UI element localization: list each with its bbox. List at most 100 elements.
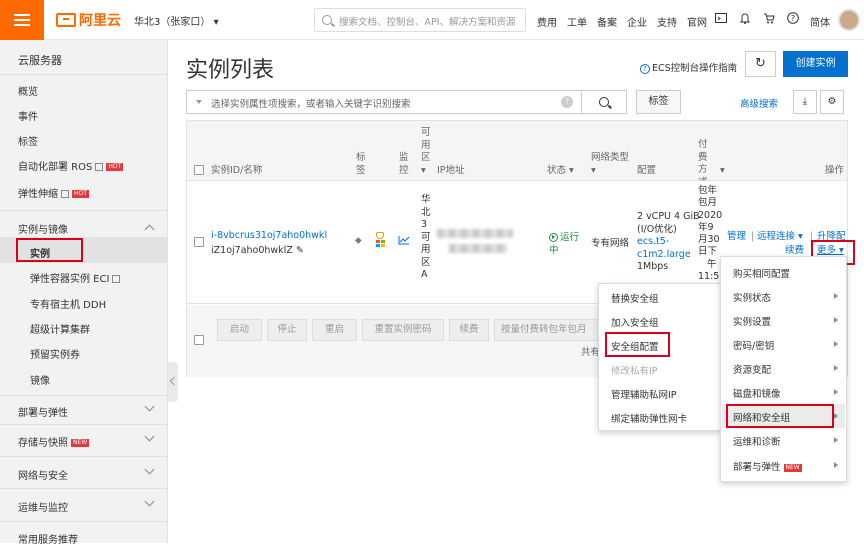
zone-char: 用: [421, 244, 431, 255]
sidebar-item-autoscaling[interactable]: 弹性伸缩 HOT: [18, 185, 89, 200]
menu-item-manage-secondary-ip[interactable]: 管理辅助私网IP: [611, 387, 677, 401]
aliyun-logo[interactable]: 阿里云: [56, 10, 121, 30]
stop-button[interactable]: 停止: [267, 319, 307, 341]
menu-item-disk-image[interactable]: 磁盘和镜像: [733, 386, 781, 400]
refresh-button[interactable]: ↻: [745, 51, 776, 77]
avatar[interactable]: [838, 9, 860, 31]
manage-link[interactable]: 管理: [727, 231, 746, 244]
col-monitor: 监控: [399, 152, 409, 177]
sidebar-item-images[interactable]: 镜像: [30, 372, 50, 387]
menu-item-buy-same[interactable]: 购买相同配置: [733, 266, 790, 280]
sidebar-collapse-handle[interactable]: [168, 362, 178, 402]
help-icon[interactable]: ?: [561, 96, 573, 108]
col-ops: 操作: [825, 165, 845, 176]
menu-item-resize[interactable]: 资源变配: [733, 362, 771, 376]
col-zone-char: 区: [421, 152, 431, 163]
menu-item-join-sg[interactable]: 加入安全组: [611, 315, 659, 329]
terminal-icon[interactable]: [715, 12, 727, 24]
play-circle-icon: [549, 233, 558, 242]
menu-item-ops-diagnosis[interactable]: 运维和诊断: [733, 434, 781, 448]
sidebar-item-events[interactable]: 事件: [18, 108, 38, 123]
sidebar-item-ros[interactable]: 自动化部署 ROS HOT: [18, 158, 124, 173]
sidebar-item-scc[interactable]: 超级计算集群: [30, 321, 90, 336]
global-search-input[interactable]: 搜索文档、控制台、API、解决方案和资源: [314, 8, 526, 32]
instance-type-link[interactable]: ecs.t5-: [637, 236, 700, 249]
sidebar-group-network[interactable]: 网络与安全: [18, 467, 68, 482]
shield-icon: [376, 232, 384, 239]
status-badge: 运行中: [549, 232, 579, 257]
reset-password-button[interactable]: 重置实例密码: [362, 319, 444, 341]
sidebar-item-eci[interactable]: 弹性容器实例 ECI: [30, 270, 121, 285]
chevron-down-icon[interactable]: [144, 464, 155, 475]
monitor-chart-icon[interactable]: [398, 235, 410, 245]
chevron-down-icon[interactable]: [144, 496, 155, 507]
menu-icon[interactable]: [0, 0, 44, 40]
caret-down-icon[interactable]: ▾: [720, 165, 725, 178]
nav-icp[interactable]: 备案: [597, 14, 617, 29]
chevron-down-icon[interactable]: [144, 431, 155, 442]
instance-id-link[interactable]: i-8vbcrus31oj7aho0hwkl: [211, 230, 327, 243]
chevron-down-icon[interactable]: [144, 401, 155, 412]
sidebar-group-recommended[interactable]: 常用服务推荐: [18, 531, 78, 546]
bell-icon[interactable]: [739, 12, 751, 24]
search-button[interactable]: [581, 90, 627, 114]
sidebar-item-overview[interactable]: 概览: [18, 83, 38, 98]
sidebar-item-label: 弹性容器实例 ECI: [30, 274, 110, 285]
nav-official-site[interactable]: 官网: [687, 14, 707, 29]
tag-button[interactable]: 标签: [636, 90, 681, 114]
col-status[interactable]: 状态 ▾: [547, 165, 574, 178]
start-button[interactable]: 启动: [217, 319, 262, 341]
sidebar-group-instances[interactable]: 实例与镜像: [18, 221, 68, 236]
tag-icon[interactable]: ⬥: [355, 235, 362, 248]
edit-pencil-icon[interactable]: ✎: [296, 245, 304, 256]
nav-fees[interactable]: 费用: [537, 14, 557, 29]
convert-billing-button[interactable]: 按量付费转包年包月: [494, 319, 604, 341]
console-guide-link[interactable]: ? ECS控制台操作指南: [640, 60, 737, 74]
col-zone[interactable]: 可用区 ▾: [421, 127, 433, 177]
col-network[interactable]: 网络类型 ▾: [591, 152, 631, 177]
nav-enterprise[interactable]: 企业: [627, 14, 647, 29]
sidebar-group-deploy[interactable]: 部署与弹性: [18, 404, 68, 419]
menu-item-deploy-elastic[interactable]: 部署与弹性 NEW: [733, 459, 802, 473]
create-instance-button[interactable]: 创建实例: [783, 51, 848, 77]
menu-item-replace-sg[interactable]: 替换安全组: [611, 291, 659, 305]
sidebar-title: 云服务器: [18, 54, 62, 67]
external-link-icon: [61, 190, 69, 198]
menu-item-instance-status[interactable]: 实例状态: [733, 290, 771, 304]
export-button[interactable]: ⤓: [793, 90, 817, 114]
config-value: 2 vCPU 4 GiB (I/O优化) ecs.t5- c1m2.large …: [637, 211, 700, 274]
advanced-search-link[interactable]: 高级搜索: [740, 96, 778, 110]
row-checkbox[interactable]: [194, 237, 204, 247]
menu-item-password-key[interactable]: 密码/密钥: [733, 338, 774, 352]
select-all-checkbox[interactable]: [194, 165, 204, 175]
batch-select-checkbox[interactable]: [194, 335, 204, 345]
top-nav: 费用 工单 备案 企业 支持 官网: [537, 14, 717, 29]
filter-placeholder: 选择实例属性项搜索，或者输入关键字识别搜索: [211, 99, 411, 110]
help-icon[interactable]: ?: [787, 12, 799, 24]
instance-filter-input[interactable]: 选择实例属性项搜索，或者输入关键字识别搜索?: [186, 90, 582, 114]
sidebar-item-ddh[interactable]: 专有宿主机 DDH: [30, 296, 106, 311]
menu-item-bind-eni[interactable]: 绑定辅助弹性网卡: [611, 411, 687, 425]
chevron-right-icon: [834, 365, 838, 371]
sidebar-group-storage[interactable]: 存储与快照 NEW: [18, 434, 90, 449]
sidebar-item-tags[interactable]: 标签: [18, 133, 38, 148]
instance-type-link[interactable]: c1m2.large: [637, 249, 700, 262]
nav-tickets[interactable]: 工单: [567, 14, 587, 29]
nav-support[interactable]: 支持: [657, 14, 677, 29]
menu-item-label: 部署与弹性: [733, 462, 781, 473]
language-selector[interactable]: 简体: [810, 14, 830, 29]
region-selector[interactable]: 华北3（张家口） ▾: [134, 13, 219, 28]
renew-button[interactable]: 续费: [449, 319, 489, 341]
logo-mark: [56, 13, 76, 27]
sidebar-group-ops[interactable]: 运维与监控: [18, 499, 68, 514]
table-header: 实例ID/名称 标签 监控 可用区 ▾ IP地址 状态 ▾ 网络类型 ▾ 配置 付费…: [187, 121, 847, 188]
menu-item-instance-settings[interactable]: 实例设置: [733, 314, 771, 328]
chevron-up-icon[interactable]: [144, 224, 155, 235]
settings-button[interactable]: ⚙: [820, 90, 844, 114]
restart-button[interactable]: 重启: [312, 319, 357, 341]
instance-name: iZ1oj7aho0hwklZ ✎: [211, 245, 304, 258]
sidebar-item-reserved[interactable]: 预留实例券: [30, 346, 80, 361]
divider: [0, 488, 168, 489]
remote-connect-link[interactable]: 远程连接 ▾: [757, 231, 803, 244]
cart-icon[interactable]: [763, 12, 775, 24]
